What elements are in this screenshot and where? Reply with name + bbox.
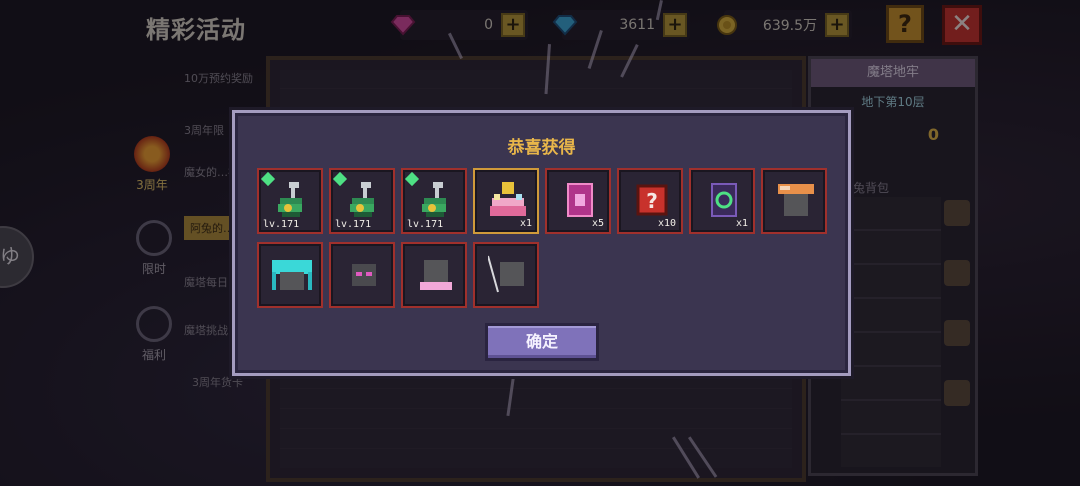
green-rune-card-icon [711, 183, 737, 217]
reward-quantity: x5 [591, 218, 604, 229]
reward-quantity: x10 [657, 218, 676, 229]
reward-level: lv.171 [335, 219, 372, 230]
reward-slot-dark-helmet[interactable] [329, 242, 395, 308]
reward-slot-snake-staff[interactable]: lv.171 [257, 168, 323, 234]
reward-slot-green-rune-card[interactable]: x1 [689, 168, 755, 234]
reward-slot-helmet-pole[interactable] [473, 242, 539, 308]
anniversary-cake-icon [490, 182, 526, 216]
pink-card-icon [567, 183, 593, 217]
helmet-pole-icon [488, 255, 524, 293]
reward-slot-cyan-twintail-hair[interactable] [257, 242, 323, 308]
reward-slot-helmet-bow[interactable] [401, 242, 467, 308]
orange-hat-icon [778, 184, 814, 216]
reward-slot-snake-staff[interactable]: lv.171 [329, 168, 395, 234]
reward-slot-mystery-box[interactable]: ? x10 [617, 168, 683, 234]
mystery-box-icon: ? [636, 184, 668, 216]
reward-level: lv.171 [407, 219, 444, 230]
dialog-title: 恭喜获得 [507, 138, 576, 158]
helmet-bow-icon [420, 260, 452, 290]
snake-staff-icon [350, 182, 374, 217]
cyan-hair-icon [272, 260, 312, 290]
reward-dialog: 恭喜获得 lv.171 lv.171 lv.171 x1 x5 ? x10 x1… [232, 110, 851, 376]
snake-staff-icon [278, 182, 302, 217]
snake-staff-icon [422, 182, 446, 217]
dark-helmet-icon [352, 264, 376, 286]
confirm-button[interactable]: 确定 [485, 323, 599, 361]
reward-quantity: x1 [735, 218, 748, 229]
reward-level: lv.171 [263, 219, 300, 230]
reward-slot-pink-card[interactable]: x5 [545, 168, 611, 234]
svg-text:?: ? [646, 189, 658, 213]
reward-slot-orange-hat[interactable] [761, 168, 827, 234]
reward-quantity: x1 [519, 218, 532, 229]
reward-slot-snake-staff[interactable]: lv.171 [401, 168, 467, 234]
reward-slot-anniversary-cake[interactable]: x1 [473, 168, 539, 234]
